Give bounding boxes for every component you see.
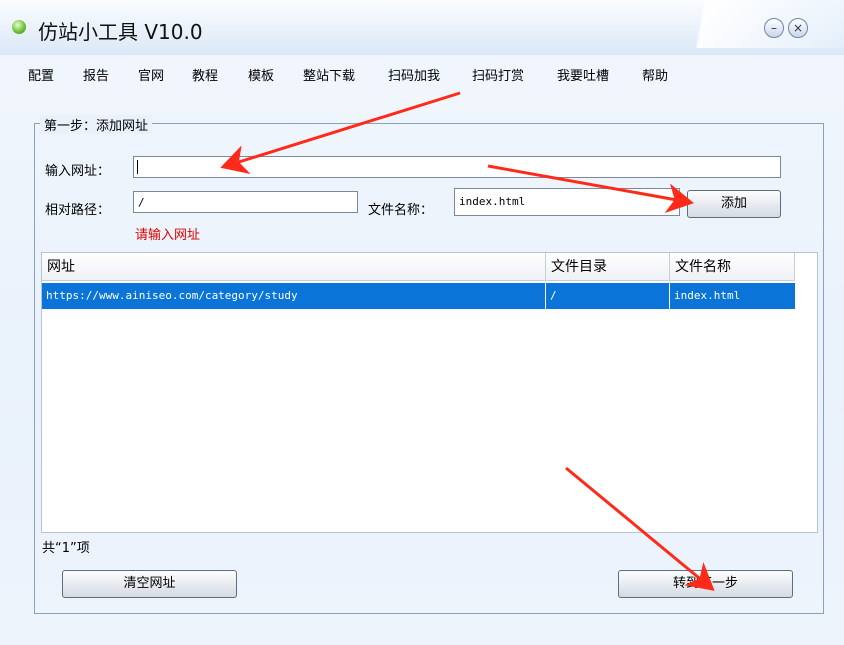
app-logo-icon (12, 20, 26, 34)
url-error-message: 请输入网址 (135, 228, 201, 243)
table-header: 网址 文件目录 文件名称 (42, 253, 795, 281)
menu-tutorial[interactable]: 教程 (192, 65, 218, 84)
menu-site-download[interactable]: 整站下载 (303, 65, 355, 84)
window-title: 仿站小工具 V10.0 (38, 20, 203, 44)
column-header-url[interactable]: 网址 (42, 253, 546, 281)
cell-filename: index.html (674, 289, 741, 302)
url-table: 网址 文件目录 文件名称 https://www.ainiseo.com/cat… (41, 252, 818, 533)
menu-website[interactable]: 官网 (138, 65, 164, 84)
menu-feedback[interactable]: 我要吐槽 (557, 65, 609, 84)
column-header-filename[interactable]: 文件名称 (670, 253, 795, 281)
text-caret (137, 160, 138, 174)
menu-config[interactable]: 配置 (28, 65, 54, 84)
title-bar[interactable]: 仿站小工具 V10.0 – × (0, 0, 844, 55)
close-button[interactable]: × (788, 18, 808, 38)
url-input[interactable] (133, 156, 781, 178)
title-bar-decoration (640, 0, 844, 48)
relative-path-label: 相对路径： (45, 203, 111, 218)
filename-label: 文件名称： (368, 203, 434, 218)
filename-input[interactable] (454, 188, 680, 216)
menu-scan-tip[interactable]: 扫码打赏 (472, 65, 524, 84)
table-row[interactable]: https://www.ainiseo.com/category/study /… (42, 283, 795, 309)
relative-path-input[interactable] (133, 191, 358, 213)
url-label: 输入网址： (45, 164, 111, 179)
menu-help[interactable]: 帮助 (642, 65, 668, 84)
menu-template[interactable]: 模板 (248, 65, 274, 84)
item-count: 共“1”项 (42, 541, 90, 556)
menu-scan-add[interactable]: 扫码加我 (388, 65, 440, 84)
cell-url: https://www.ainiseo.com/category/study (42, 283, 546, 309)
cell-directory: / (546, 283, 670, 309)
add-button[interactable]: 添加 (687, 190, 781, 218)
clear-urls-button[interactable]: 清空网址 (62, 570, 237, 598)
minimize-button[interactable]: – (764, 18, 784, 38)
next-step-button[interactable]: 转到下一步 (618, 570, 793, 598)
app-window: 仿站小工具 V10.0 – × 配置 报告 官网 教程 模板 整站下载 扫码加我… (0, 0, 844, 645)
column-header-directory[interactable]: 文件目录 (546, 253, 670, 281)
menu-report[interactable]: 报告 (83, 65, 109, 84)
step-one-legend: 第一步：添加网址 (40, 115, 153, 134)
menu-bar: 配置 报告 官网 教程 模板 整站下载 扫码加我 扫码打赏 我要吐槽 帮助 (0, 60, 844, 86)
